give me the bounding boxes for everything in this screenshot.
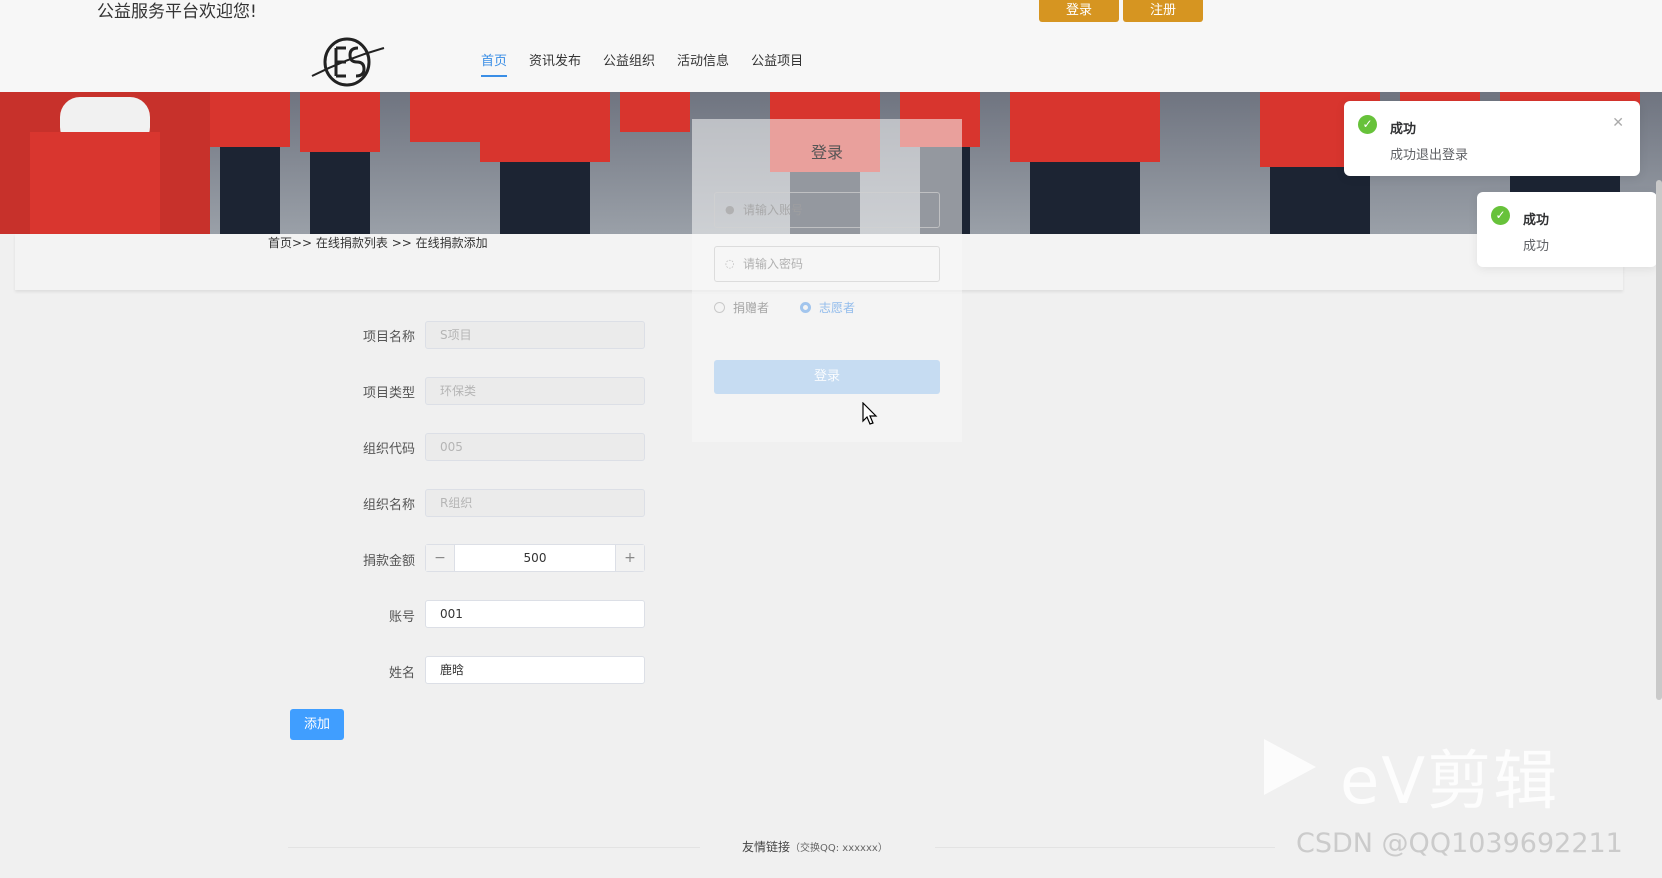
radio-icon: [714, 302, 725, 313]
welcome-text: 公益服务平台欢迎您!: [97, 2, 257, 22]
notification-title: 成功: [1390, 122, 1417, 137]
mouse-cursor-icon: [862, 402, 878, 425]
role-donor-label: 捐赠者: [733, 301, 770, 315]
org-code-field[interactable]: 005: [425, 433, 645, 461]
role-volunteer-label: 志愿者: [819, 301, 856, 315]
check-circle-icon: ✓: [1358, 115, 1377, 134]
notification-logout-success: ✓ 成功 成功退出登录 ✕: [1344, 101, 1640, 176]
donation-amount-stepper: − 500 +: [425, 544, 645, 572]
footer-divider-right: [935, 847, 1275, 848]
nav-activities[interactable]: 活动信息: [677, 50, 729, 77]
login-password-input[interactable]: ◌ 请输入密码: [714, 246, 940, 282]
breadcrumb: 首页>> 在线捐款列表 >> 在线捐款添加: [268, 236, 488, 250]
name-label: 姓名: [388, 666, 415, 681]
decrement-button[interactable]: −: [426, 545, 454, 571]
donation-amount-input[interactable]: 500: [454, 545, 616, 571]
notification-title: 成功: [1523, 213, 1550, 228]
notification-message: 成功退出登录: [1390, 148, 1469, 163]
add-button[interactable]: 添加: [290, 709, 344, 740]
nav-home[interactable]: 首页: [481, 50, 508, 77]
nav-news[interactable]: 资讯发布: [529, 50, 581, 77]
name-field[interactable]: 鹿晗: [425, 656, 645, 684]
footer-divider-left: [288, 847, 700, 848]
user-icon: ●: [725, 203, 735, 216]
play-logo-icon: [1264, 739, 1316, 795]
site-logo[interactable]: [310, 36, 385, 88]
org-code-label: 组织代码: [362, 442, 415, 457]
login-dialog-title: 登录: [810, 143, 843, 162]
login-account-placeholder: 请输入账号: [743, 203, 804, 217]
notification-success: ✓ 成功 成功: [1477, 192, 1657, 267]
project-name-label: 项目名称: [362, 330, 415, 345]
login-dialog: 登录 ● 请输入账号 ◌ 请输入密码 捐赠者 志愿者 登录: [692, 119, 962, 442]
donation-amount-label: 捐款金额: [362, 554, 415, 569]
nav-projects[interactable]: 公益项目: [751, 50, 803, 77]
login-button[interactable]: 登录: [1039, 0, 1119, 22]
project-name-field[interactable]: S项目: [425, 321, 645, 349]
login-account-input[interactable]: ● 请输入账号: [714, 192, 940, 228]
login-submit-button[interactable]: 登录: [714, 360, 940, 394]
role-radio-donor[interactable]: 捐赠者: [714, 299, 769, 316]
editor-watermark: eV剪辑: [1340, 745, 1560, 819]
nav-organizations[interactable]: 公益组织: [603, 50, 655, 77]
check-circle-icon: ✓: [1491, 206, 1510, 225]
org-name-label: 组织名称: [362, 498, 415, 513]
register-button[interactable]: 注册: [1123, 0, 1203, 22]
main-nav: 首页 资讯发布 公益组织 活动信息 公益项目: [481, 50, 825, 77]
close-icon[interactable]: ✕: [1612, 115, 1624, 131]
project-type-field[interactable]: 环保类: [425, 377, 645, 405]
page-scrollbar[interactable]: [1656, 180, 1662, 700]
account-label: 账号: [388, 610, 415, 625]
lock-icon: ◌: [725, 257, 735, 270]
csdn-watermark: CSDN @QQ1039692211: [1296, 828, 1623, 859]
radio-selected-icon: [800, 302, 811, 313]
friendly-links: 友情链接（交换QQ: xxxxxx）: [742, 838, 888, 855]
project-type-label: 项目类型: [362, 386, 415, 401]
org-name-field[interactable]: R组织: [425, 489, 645, 517]
increment-button[interactable]: +: [616, 545, 644, 571]
qq-exchange-note: （交换QQ: xxxxxx）: [790, 843, 888, 854]
friendly-links-label: 友情链接: [742, 840, 791, 854]
top-header: 公益服务平台欢迎您! 登录 注册 首页 资讯发布 公益组织 活动信息 公益项目: [0, 0, 1662, 92]
account-field[interactable]: 001: [425, 600, 645, 628]
login-password-placeholder: 请输入密码: [743, 257, 804, 271]
role-radio-volunteer[interactable]: 志愿者: [800, 299, 855, 316]
notification-message: 成功: [1523, 239, 1550, 254]
